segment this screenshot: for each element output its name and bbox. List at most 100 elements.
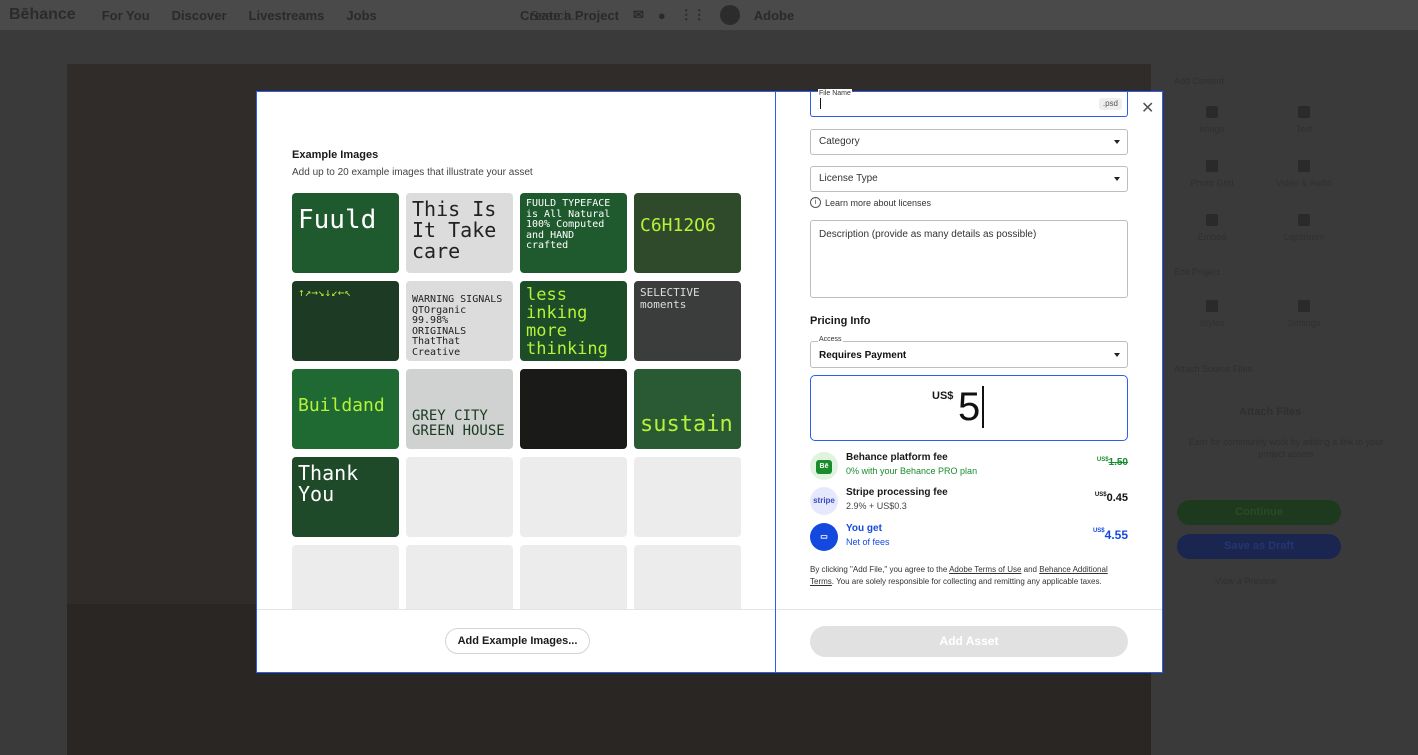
wallet-icon: ▭	[810, 523, 838, 551]
access-value: Requires Payment	[819, 350, 907, 361]
file-extension-badge: .psd	[1098, 98, 1122, 110]
adobe-link[interactable]: Adobe	[754, 8, 794, 23]
file-name-field[interactable]: File Name .psd	[810, 89, 1128, 117]
tool-lightroom[interactable]: Lightroom	[1269, 214, 1339, 242]
asset-details-panel: ✕ File Name .psd Category License Type i…	[777, 89, 1163, 672]
empty-image-slot[interactable]	[406, 545, 513, 609]
license-type-select[interactable]: License Type	[810, 166, 1128, 192]
behance-logo[interactable]: Bēhance	[9, 6, 76, 24]
example-images-grid: Fuuld This Is It Take care FUULD TYPEFAC…	[292, 193, 742, 609]
top-right-actions: Create a Project ✉ ● ⋮⋮ Adobe	[520, 0, 906, 30]
price-input[interactable]: US$ 5	[810, 375, 1128, 441]
fee-value: US$4.55	[1092, 528, 1128, 542]
text-cursor	[820, 98, 824, 109]
adobe-terms-link[interactable]: Adobe Terms of Use	[949, 565, 1021, 574]
tool-image[interactable]: Image	[1177, 106, 1247, 134]
learn-licenses-link[interactable]: i Learn more about licenses	[810, 197, 931, 208]
empty-image-slot[interactable]	[634, 545, 741, 609]
lightroom-icon	[1298, 214, 1310, 226]
empty-image-slot[interactable]	[634, 457, 741, 537]
example-tile[interactable]: GREY CITY GREEN HOUSE	[406, 369, 513, 449]
fee-value: US$0.45	[1094, 492, 1128, 504]
nav-for-you[interactable]: For You	[102, 8, 150, 23]
example-tile[interactable]: Buildand	[292, 369, 399, 449]
example-tile[interactable]: This Is It Take care	[406, 193, 513, 273]
text-icon	[1298, 106, 1310, 118]
stripe-fee-row: stripe Stripe processing fee 2.9% + US$0…	[810, 486, 1128, 516]
editor-side-panel: Add Content Image Text Photo Grid Video …	[1163, 64, 1418, 755]
avatar[interactable]	[719, 5, 740, 25]
tool-video-audio[interactable]: Video & Audio	[1269, 160, 1339, 188]
attach-files-button[interactable]: Attach Files	[1239, 406, 1301, 418]
access-select[interactable]: Access Requires Payment	[810, 335, 1128, 368]
example-tile[interactable]	[520, 369, 627, 449]
info-icon: i	[810, 197, 821, 208]
create-project-link[interactable]: Create a Project	[520, 8, 619, 23]
chevron-down-icon	[1114, 353, 1120, 357]
play-icon	[1298, 160, 1310, 172]
fee-name: You get	[846, 523, 882, 534]
file-name-label: File Name	[818, 89, 852, 98]
grid-icon	[1206, 160, 1218, 172]
example-tile[interactable]: C6H12O6	[634, 193, 741, 273]
continue-button[interactable]: Continue	[1177, 500, 1341, 525]
example-tile[interactable]: Fuuld	[292, 193, 399, 273]
pricing-info-heading: Pricing Info	[810, 315, 871, 327]
empty-image-slot[interactable]	[520, 545, 627, 609]
mail-icon[interactable]: ✉	[633, 7, 644, 23]
example-tile[interactable]: less inking more thinking	[520, 281, 627, 361]
access-label: Access	[818, 335, 843, 344]
description-textarea[interactable]: Description (provide as many details as …	[810, 220, 1128, 298]
empty-image-slot[interactable]	[292, 545, 399, 609]
tool-text[interactable]: Text	[1269, 106, 1339, 134]
example-images-title: Example Images	[292, 149, 379, 161]
tool-photo-grid[interactable]: Photo Grid	[1177, 160, 1247, 188]
nav-discover[interactable]: Discover	[172, 8, 227, 23]
edit-project-heading: Edit Project	[1174, 267, 1221, 277]
fee-value: US$1.50	[1096, 457, 1128, 468]
example-tile[interactable]: FUULD TYPEFACE is All Natural 100% Compu…	[520, 193, 627, 273]
chevron-down-icon	[1114, 140, 1120, 144]
example-images-panel: Example Images Add up to 20 example imag…	[257, 92, 776, 672]
fee-description: Net of fees	[846, 537, 890, 547]
apps-grid-icon[interactable]: ⋮⋮	[680, 7, 706, 23]
fee-name: Stripe processing fee	[846, 487, 948, 498]
example-tile[interactable]: ↑↗→↘↓↙←↖	[292, 281, 399, 361]
currency-label: US$	[932, 390, 954, 402]
you-get-row: ▭ You get Net of fees US$4.55	[810, 522, 1128, 552]
example-tile[interactable]: sustain	[634, 369, 741, 449]
divider	[777, 609, 1162, 610]
tool-embed[interactable]: Embed	[1177, 214, 1247, 242]
category-select[interactable]: Category	[810, 129, 1128, 155]
save-draft-button[interactable]: Save as Draft	[1177, 534, 1341, 559]
attach-help-text: Earn for community work by adding a link…	[1188, 437, 1384, 459]
legal-text: By clicking "Add File," you agree to the…	[810, 565, 1108, 586]
license-type-label: License Type	[819, 173, 878, 184]
chevron-down-icon	[1114, 177, 1120, 181]
code-icon	[1206, 214, 1218, 226]
behance-icon: Bē	[810, 452, 838, 480]
category-label: Category	[819, 136, 860, 147]
top-nav-bar: Bēhance For You Discover Livestreams Job…	[0, 0, 1418, 30]
gear-icon	[1298, 300, 1310, 312]
add-example-images-button[interactable]: Add Example Images...	[445, 628, 590, 654]
stripe-icon: stripe	[810, 487, 838, 515]
fee-description: 0% with your Behance PRO plan	[846, 466, 978, 476]
price-value: 5	[958, 386, 985, 428]
nav-jobs[interactable]: Jobs	[346, 8, 376, 23]
tool-settings[interactable]: Settings	[1269, 300, 1339, 328]
fee-description: 2.9% + US$0.3	[846, 501, 907, 511]
example-images-subtitle: Add up to 20 example images that illustr…	[292, 167, 533, 178]
example-tile[interactable]: WARNING SIGNALS QTOrganic 99.98% ORIGINA…	[406, 281, 513, 361]
close-icon[interactable]: ✕	[1141, 98, 1154, 118]
view-preview-link[interactable]: View a Preview	[1215, 576, 1276, 586]
tool-styles[interactable]: Styles	[1177, 300, 1247, 328]
nav-livestreams[interactable]: Livestreams	[249, 8, 325, 23]
empty-image-slot[interactable]	[520, 457, 627, 537]
empty-image-slot[interactable]	[406, 457, 513, 537]
bell-icon[interactable]: ●	[658, 8, 666, 23]
brush-icon	[1206, 300, 1218, 312]
example-tile[interactable]: Thank You	[292, 457, 399, 537]
add-asset-button[interactable]: Add Asset	[810, 626, 1128, 657]
example-tile[interactable]: SELECTIVE moments	[634, 281, 741, 361]
